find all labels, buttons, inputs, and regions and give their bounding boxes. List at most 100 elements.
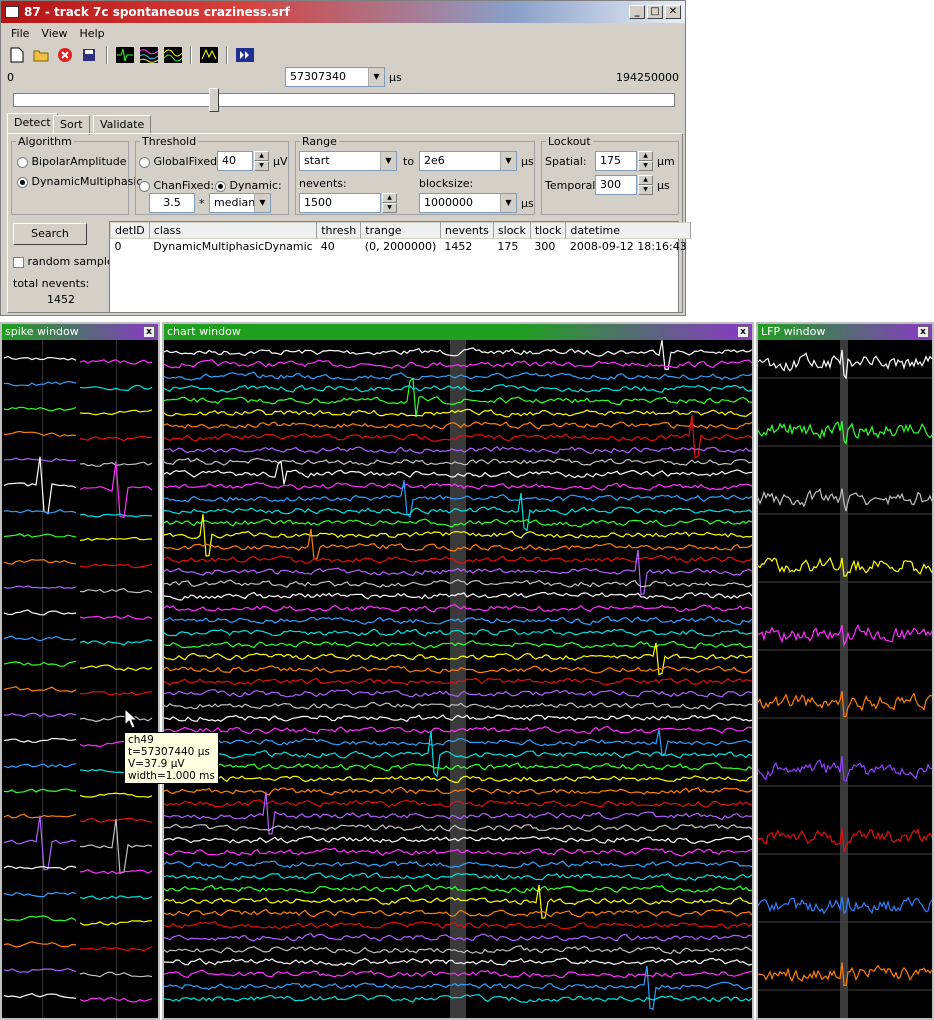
spike-window-title: spike window x [2, 324, 158, 340]
spike-trace [3, 891, 77, 898]
temporal-spinner[interactable]: ▲ ▼ [638, 175, 653, 195]
random-sample-checkbox[interactable]: random sample [13, 255, 114, 268]
radio-off-icon [17, 156, 28, 168]
tooltip-time: t=57307440 µs [128, 746, 210, 758]
dynamic-multiplier-field[interactable]: 3.5 [149, 193, 195, 213]
close-icon[interactable] [55, 45, 75, 65]
column-header-datetime[interactable]: datetime [565, 222, 692, 239]
global-fixed-spinner[interactable]: ▲ ▼ [254, 151, 269, 171]
time-position-value: 57307340 [290, 70, 346, 83]
column-header-trange[interactable]: trange [360, 222, 441, 239]
chevron-down-icon[interactable]: ▼ [500, 152, 516, 170]
time-position-combo[interactable]: 57307340 ▼ [285, 67, 385, 87]
chevron-down-icon[interactable]: ▼ [368, 68, 384, 86]
save-icon[interactable] [79, 45, 99, 65]
column-header-detID[interactable]: detID [110, 222, 150, 239]
column-header-class[interactable]: class [148, 222, 318, 239]
chevron-down-icon[interactable]: ▼ [380, 152, 396, 170]
temporal-field[interactable]: 300 [595, 175, 637, 195]
spike-window-close-button[interactable]: x [143, 326, 155, 338]
tooltip: ch49 t=57307440 µs V=37.9 µV width=1.000… [124, 732, 219, 784]
radio-dynamic[interactable]: Dynamic: [215, 179, 282, 192]
column-header-thresh[interactable]: thresh [316, 222, 362, 239]
column-header-nevents[interactable]: nevents [439, 222, 494, 239]
spike-trace [3, 712, 77, 718]
tab-sort[interactable]: Sort [53, 115, 90, 135]
spike-trace [3, 686, 77, 693]
time-slider[interactable] [13, 88, 675, 112]
spatial-spinner[interactable]: ▲ ▼ [638, 151, 653, 171]
dynamic-label: Dynamic: [229, 179, 282, 192]
radio-dynamic-multiphasic[interactable]: DynamicMultiphasic [17, 175, 142, 188]
tooltip-voltage: V=37.9 µV [128, 758, 185, 770]
blocksize-unit-label: µs [521, 197, 534, 210]
spike-window[interactable]: spike window x [0, 322, 160, 1020]
random-sample-label: random sample [27, 255, 114, 268]
spike-trace [3, 609, 77, 616]
menu-view[interactable]: View [35, 27, 73, 40]
search-button[interactable]: Search [13, 223, 87, 245]
spatial-field[interactable]: 175 [595, 151, 637, 171]
time-end-label: 194250000 [616, 71, 679, 84]
new-file-icon[interactable] [7, 45, 27, 65]
toolbar-separator [190, 46, 192, 64]
lfp-window-close-button[interactable]: x [917, 326, 929, 338]
nevents-field[interactable]: 1500 [299, 193, 381, 213]
spike-window-icon[interactable] [115, 45, 135, 65]
column-header-tlock[interactable]: tlock [529, 222, 567, 239]
range-start-combo[interactable]: start ▼ [299, 151, 397, 171]
nevents-spinner[interactable]: ▲ ▼ [382, 193, 397, 213]
sort-icon[interactable] [199, 45, 219, 65]
play-icon[interactable] [235, 45, 255, 65]
chart-window[interactable]: chart window x [162, 322, 754, 1020]
title-bar[interactable]: 87 - track 7c spontaneous craziness.srf … [1, 1, 685, 23]
spike-plot[interactable] [2, 340, 158, 1018]
radio-global-fixed[interactable]: GlobalFixed: [139, 155, 221, 168]
maximize-button[interactable]: □ [647, 5, 663, 19]
radio-off-icon [139, 180, 150, 192]
spike-trace [3, 737, 77, 743]
spike-trace [3, 993, 77, 999]
spike-trace [3, 380, 77, 387]
blocksize-label: blocksize: [419, 177, 474, 190]
checkbox-icon [13, 256, 24, 268]
open-folder-icon[interactable] [31, 45, 51, 65]
chart-window-icon[interactable] [139, 45, 159, 65]
tab-validate[interactable]: Validate [93, 115, 152, 135]
dynamic-stat-combo[interactable]: median ▼ [209, 193, 271, 213]
spike-trace [3, 456, 77, 515]
spike-trace [3, 915, 77, 922]
lfp-window[interactable]: LFP window x [756, 322, 934, 1020]
lfp-window-icon[interactable] [163, 45, 183, 65]
radio-bipolar[interactable]: BipolarAmplitude [17, 155, 127, 168]
tab-detect[interactable]: Detect [7, 113, 58, 135]
spike-trace [3, 660, 77, 667]
lfp-plot[interactable] [758, 340, 932, 1018]
close-window-button[interactable]: ✕ [665, 5, 681, 19]
table-cell-slock: 175 [497, 240, 519, 253]
chart-window-close-button[interactable]: x [737, 326, 749, 338]
global-fixed-field[interactable]: 40 [217, 151, 253, 171]
column-header-slock[interactable]: slock [492, 222, 531, 239]
table-cell-nevents: 1452 [444, 240, 473, 253]
table-cell-trange: (0, 2000000) [364, 240, 437, 253]
range-end-combo[interactable]: 2e6 ▼ [419, 151, 517, 171]
chart-window-title-text: chart window [167, 325, 241, 338]
time-slider-thumb[interactable] [209, 88, 219, 112]
chevron-down-icon[interactable]: ▼ [254, 194, 270, 212]
table-row[interactable]: 0 DynamicMultiphasicDynamic 40 (0, 2000000)… [111, 239, 691, 255]
menu-file[interactable]: File [5, 27, 35, 40]
blocksize-combo[interactable]: 1000000 ▼ [419, 193, 517, 213]
spike-window-title-text: spike window [5, 325, 79, 338]
radio-dynamic-label: DynamicMultiphasic [31, 175, 143, 188]
spike-trace [3, 533, 77, 538]
detections-table[interactable]: detID class thresh trange nevents slock tlock d… [109, 221, 692, 313]
chart-plot[interactable] [164, 340, 752, 1018]
minimize-button[interactable]: _ [629, 5, 645, 19]
radio-chan-fixed[interactable]: ChanFixed: [139, 179, 214, 192]
total-nevents-value: 1452 [47, 293, 75, 306]
menu-help[interactable]: Help [74, 27, 111, 40]
chevron-down-icon[interactable]: ▼ [500, 194, 516, 212]
radio-on-icon [215, 180, 226, 192]
global-fixed-unit: µV [273, 155, 288, 168]
